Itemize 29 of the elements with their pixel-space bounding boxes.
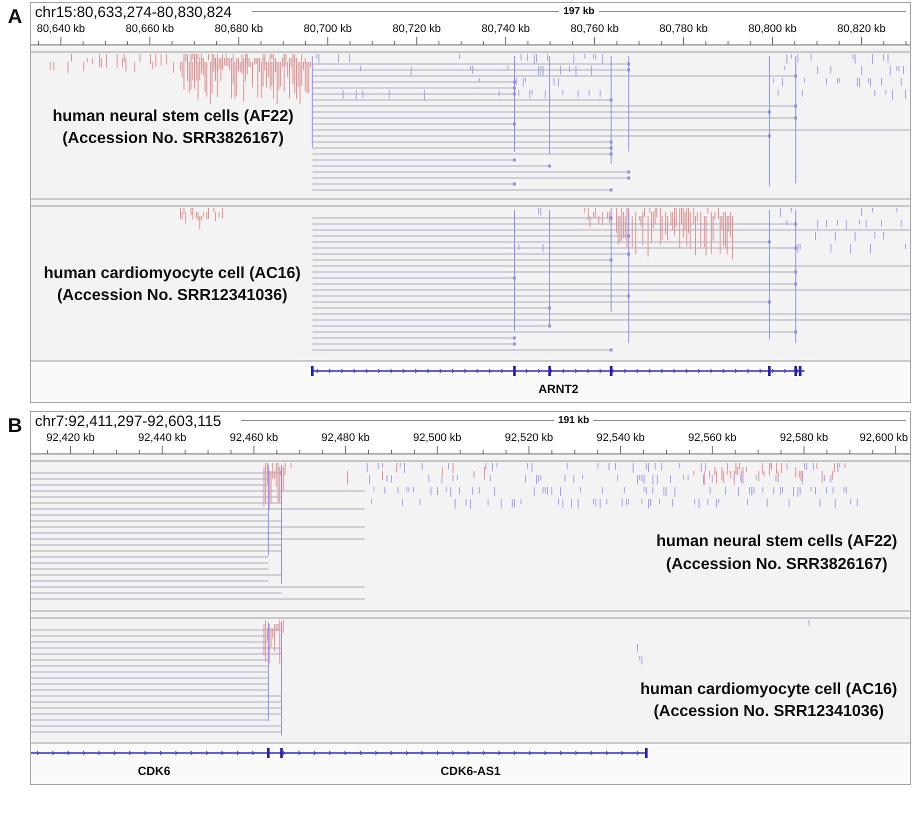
span-label: 197 kb [563,6,594,17]
ruler-tick-label: 92,480 kb [321,432,370,444]
panel-letter: A [6,5,24,29]
gene-label: CDK6-AS1 [440,764,500,778]
ruler-tick-label: 92,460 kb [230,432,278,444]
locus-text: chr7:92,411,297-92,603,115 [35,413,222,430]
ruler-tick-label: 80,800 kb [748,23,797,35]
gene-label: ARNT2 [538,382,578,396]
ruler-tick-label: 80,780 kb [659,23,708,35]
ruler-tick-label: 80,760 kb [570,23,619,35]
ruler-tick-label: 92,500 kb [413,432,462,444]
ruler-tick-label: 80,820 kb [837,23,886,35]
ruler-tick-label: 92,440 kb [138,432,186,444]
ruler-tick-label: 80,740 kb [482,23,530,35]
ruler-tick-label: 80,680 kb [214,23,263,35]
ruler-tick-label: 92,420 kb [46,432,95,444]
ruler-tick-label: 92,520 kb [504,432,554,444]
ruler-tick-label: 80,720 kb [392,23,441,35]
ruler-tick-label: 80,640 kb [36,23,86,35]
span-label: 191 kb [558,415,590,426]
gene-label: CDK6 [138,764,170,778]
ruler-tick-label: 80,660 kb [126,23,174,35]
ruler-tick-label: 80,700 kb [304,23,352,35]
ruler-tick-label: 92,540 kb [596,432,645,444]
ruler-tick-label: 92,580 kb [780,432,828,444]
locus-text: chr15:80,633,274-80,830,824 [35,4,232,21]
panel-letter: B [6,414,24,438]
ruler-tick-label: 92,560 kb [688,432,736,444]
ruler-tick-label: 92,600 kb [860,432,908,444]
